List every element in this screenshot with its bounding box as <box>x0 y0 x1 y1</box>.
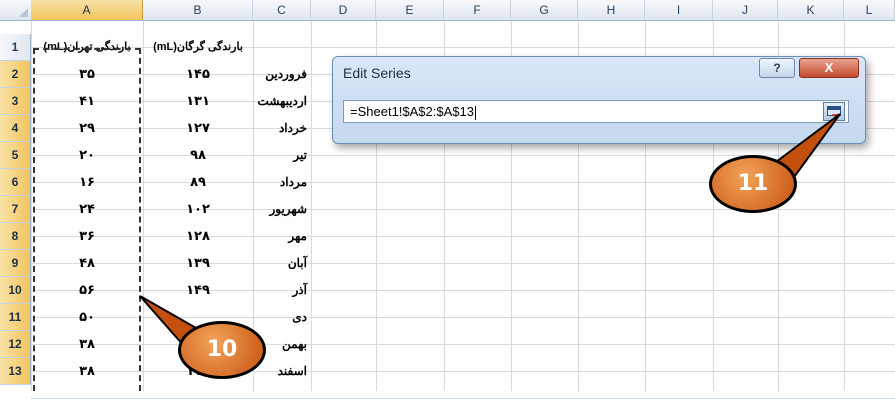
cell-C8[interactable]: مهر <box>253 223 311 250</box>
column-header-I[interactable]: I <box>645 0 713 20</box>
column-header-K[interactable]: K <box>778 0 844 20</box>
cell-C7[interactable]: شهریور <box>253 196 311 223</box>
cell-C9[interactable]: آبان <box>253 250 311 277</box>
grid-column-line <box>311 20 312 391</box>
series-range-input[interactable]: =Sheet1!$A$2:$A$13 <box>343 100 849 123</box>
row-header-6[interactable]: 6 <box>0 169 31 196</box>
column-header-L[interactable]: L <box>844 0 895 20</box>
text-caret <box>474 105 476 120</box>
select-all-triangle-icon <box>19 8 28 17</box>
row-header-9[interactable]: 9 <box>0 250 31 277</box>
cell-B10[interactable]: ۱۴۹ <box>143 277 253 304</box>
cell-B7[interactable]: ۱۰۲ <box>143 196 253 223</box>
cell-B8[interactable]: ۱۲۸ <box>143 223 253 250</box>
column-header-J[interactable]: J <box>713 0 778 20</box>
row-header-10[interactable]: 10 <box>0 277 31 304</box>
row-header-1[interactable]: 1 <box>0 34 31 61</box>
column-header-D[interactable]: D <box>311 0 376 20</box>
arrow-down-icon <box>832 114 840 119</box>
column-header-row: A B C D E F G H I J K L <box>0 0 895 21</box>
help-button[interactable]: ? <box>759 58 795 78</box>
series-range-value: =Sheet1!$A$2:$A$13 <box>350 104 474 119</box>
cell-A6[interactable]: ۱۶ <box>31 169 143 196</box>
row-header-2[interactable]: 2 <box>0 61 31 88</box>
cell-A2[interactable]: ۳۵ <box>31 61 143 88</box>
cell-A5[interactable]: ۲۰ <box>31 142 143 169</box>
cell-B2[interactable]: ۱۴۵ <box>143 61 253 88</box>
collapse-dialog-button[interactable] <box>823 102 845 121</box>
select-all-corner[interactable] <box>0 0 32 20</box>
dialog-title: Edit Series <box>343 65 411 81</box>
close-button[interactable]: X <box>799 58 859 78</box>
cell-A7[interactable]: ۲۴ <box>31 196 143 223</box>
column-header-B[interactable]: B <box>143 0 253 20</box>
row-header-5[interactable]: 5 <box>0 142 31 169</box>
cell-C6[interactable]: مرداد <box>253 169 311 196</box>
row-header-3[interactable]: 3 <box>0 88 31 115</box>
cell-A1[interactable]: بارندگی تهران(mL) <box>31 34 143 61</box>
cell-B6[interactable]: ۸۹ <box>143 169 253 196</box>
row-header-8[interactable]: 8 <box>0 223 31 250</box>
row-header-4[interactable]: 4 <box>0 115 31 142</box>
cell-C4[interactable]: خرداد <box>253 115 311 142</box>
cell-B4[interactable]: ۱۲۷ <box>143 115 253 142</box>
row-header-13[interactable]: 13 <box>0 358 31 385</box>
cell-B1[interactable]: بارندگی گرگان(mL) <box>143 34 253 61</box>
cell-C5[interactable]: تیر <box>253 142 311 169</box>
cell-B9[interactable]: ۱۳۹ <box>143 250 253 277</box>
cell-B3[interactable]: ۱۳۱ <box>143 88 253 115</box>
cell-A13[interactable]: ۳۸ <box>31 358 143 385</box>
column-header-F[interactable]: F <box>444 0 511 20</box>
callout-badge-10: 10 <box>178 321 266 379</box>
column-header-G[interactable]: G <box>511 0 578 20</box>
row-header-12[interactable]: 12 <box>0 331 31 358</box>
cell-B5[interactable]: ۹۸ <box>143 142 253 169</box>
cell-C3[interactable]: اردیبهشت <box>253 88 311 115</box>
cell-C2[interactable]: فروردین <box>253 61 311 88</box>
cell-A3[interactable]: ۴۱ <box>31 88 143 115</box>
column-header-C[interactable]: C <box>253 0 311 20</box>
cell-C11[interactable]: دی <box>253 304 311 331</box>
cell-A12[interactable]: ۳۸ <box>31 331 143 358</box>
column-header-E[interactable]: E <box>376 0 444 20</box>
edit-series-dialog: Edit Series ? X =Sheet1!$A$2:$A$13 <box>332 56 866 144</box>
cell-A9[interactable]: ۴۸ <box>31 250 143 277</box>
row-header-7[interactable]: 7 <box>0 196 31 223</box>
cell-A4[interactable]: ۲۹ <box>31 115 143 142</box>
column-header-H[interactable]: H <box>578 0 645 20</box>
row-header-11[interactable]: 11 <box>0 304 31 331</box>
cell-A10[interactable]: ۵۶ <box>31 277 143 304</box>
cell-A8[interactable]: ۳۶ <box>31 223 143 250</box>
callout-badge-11: 11 <box>709 155 797 213</box>
column-header-A[interactable]: A <box>31 0 143 20</box>
cell-A11[interactable]: ۵۰ <box>31 304 143 331</box>
cell-C10[interactable]: آذر <box>253 277 311 304</box>
